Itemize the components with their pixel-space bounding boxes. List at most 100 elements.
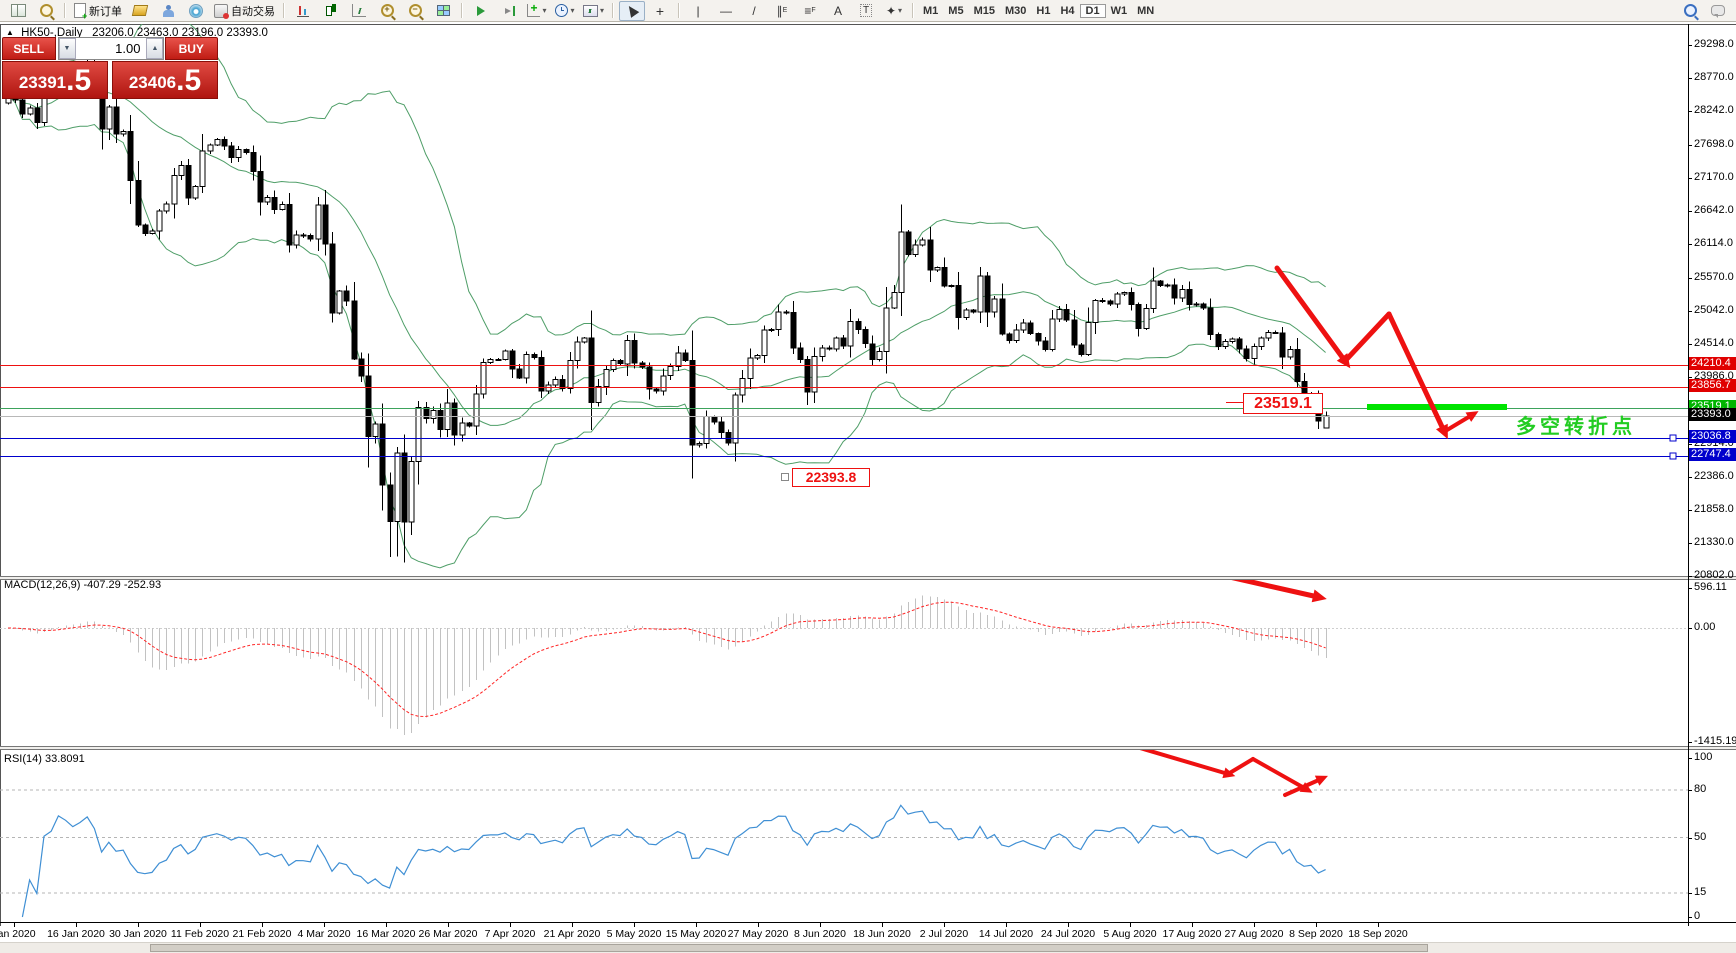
candle-body <box>250 152 257 172</box>
chart-shift-button[interactable] <box>496 1 522 21</box>
volume-value[interactable]: 1.00 <box>76 38 147 59</box>
trend-arrow[interactable] <box>1163 580 1321 600</box>
timeframe-m30[interactable]: M30 <box>1000 5 1031 17</box>
collapse-arrow-icon[interactable]: ▲ <box>6 28 14 37</box>
metaeditor-icon <box>131 5 149 16</box>
candle-body <box>1258 337 1265 348</box>
chevron-down-icon: ▾ <box>898 6 903 15</box>
candle-body <box>574 341 581 362</box>
trend-arrow[interactable] <box>1342 311 1392 364</box>
trend-arrow[interactable] <box>1139 750 1230 776</box>
candle-body <box>639 362 646 368</box>
fibonacci-tool[interactable]: ≡ F <box>797 1 823 21</box>
timeframe-d1[interactable]: D1 <box>1079 3 1106 18</box>
candle-body <box>163 203 170 212</box>
channel-tool[interactable]: ∥ E <box>769 1 795 21</box>
zoom-in-button[interactable]: + <box>374 1 400 21</box>
price-badge: 23036.8 <box>1689 430 1736 443</box>
low-price-label[interactable]: 22393.8 <box>792 468 870 487</box>
candle-body <box>264 196 271 203</box>
timeframe-mn[interactable]: MN <box>1132 5 1159 17</box>
axis-tick <box>1688 838 1692 839</box>
text-tool[interactable]: A <box>825 1 851 21</box>
line-handle[interactable] <box>1669 434 1677 442</box>
axis-tick <box>1688 45 1692 46</box>
price-axis-label: 22386.0 <box>1694 470 1734 482</box>
trend-arrow[interactable] <box>1226 757 1255 776</box>
support-zone-line[interactable] <box>1367 404 1507 410</box>
label-handle[interactable] <box>781 473 789 481</box>
candle-body <box>646 366 653 390</box>
candle-body <box>300 234 307 237</box>
trend-arrow[interactable] <box>1386 311 1447 434</box>
auto-trading-button[interactable]: 自动交易 <box>211 1 278 21</box>
search-button[interactable] <box>1677 1 1703 21</box>
toolbar-separator <box>612 3 615 18</box>
candle-body <box>811 356 818 393</box>
line-handle[interactable] <box>1669 452 1677 460</box>
vertical-line-tool[interactable]: | <box>685 1 711 21</box>
timeframe-m15[interactable]: M15 <box>969 5 1000 17</box>
trendline-tool[interactable]: / <box>741 1 767 21</box>
bar-chart-button[interactable] <box>290 1 316 21</box>
candle-body <box>401 452 408 523</box>
volume-up-button[interactable]: ▲ <box>146 38 164 59</box>
timeframe-m1[interactable]: M1 <box>918 5 943 17</box>
horizontal-scrollbar[interactable] <box>0 942 1736 953</box>
sell-price-display[interactable]: 23391 .5 <box>2 61 108 99</box>
candle-body <box>466 422 473 427</box>
timeframe-w1[interactable]: W1 <box>1106 5 1133 17</box>
axis-tick <box>1688 145 1692 146</box>
trend-arrow[interactable] <box>1251 757 1308 791</box>
main-chart[interactable] <box>0 24 1688 576</box>
level-price-label[interactable]: 23519.1 <box>1243 393 1323 414</box>
charts-grid-button[interactable] <box>5 1 31 21</box>
candle-body <box>1063 308 1070 321</box>
turning-point-text[interactable]: 多空转折点 <box>1516 410 1636 439</box>
experts-button[interactable] <box>155 1 181 21</box>
buy-button[interactable]: BUY <box>164 37 218 60</box>
text-label-tool[interactable]: T <box>853 1 879 21</box>
indicators-button[interactable]: ▾ <box>524 1 550 21</box>
line-chart-button[interactable] <box>346 1 372 21</box>
chat-button[interactable] <box>1705 1 1731 21</box>
crosshair-tool[interactable]: + <box>647 1 673 21</box>
volume-down-button[interactable]: ▼ <box>58 38 76 59</box>
periods-button[interactable]: ▾ <box>552 1 578 21</box>
candle-body <box>1164 284 1171 287</box>
signals-button[interactable] <box>183 1 209 21</box>
candle-body <box>603 369 610 387</box>
date-axis-tick <box>1316 923 1317 927</box>
rsi-axis-label: 100 <box>1694 751 1713 763</box>
metaeditor-button[interactable] <box>127 1 153 21</box>
macd-panel[interactable] <box>0 580 1688 746</box>
candle-body <box>883 307 890 352</box>
candle-body <box>1013 329 1020 341</box>
buy-price-display[interactable]: 23406 .5 <box>112 61 218 99</box>
candle-body <box>1157 280 1164 286</box>
candle-body <box>1229 338 1236 342</box>
templates-button[interactable]: ▾ <box>580 1 607 21</box>
cursor-tool[interactable] <box>619 0 646 21</box>
horizontal-line-tool[interactable]: — <box>713 1 739 21</box>
candle-body <box>387 484 394 522</box>
arrows-tool[interactable]: ✦ ▾ <box>881 1 907 21</box>
rsi-panel[interactable] <box>0 750 1688 922</box>
auto-scroll-button[interactable] <box>468 1 494 21</box>
toolbar-separator <box>461 3 463 18</box>
candlestick-icon <box>325 4 337 17</box>
candle-body <box>257 170 264 203</box>
scrollbar-thumb[interactable] <box>150 944 1428 952</box>
tile-windows-button[interactable] <box>430 1 456 21</box>
zoom-out-button[interactable]: − <box>402 1 428 21</box>
timeframe-m5[interactable]: M5 <box>943 5 968 17</box>
candlestick-button[interactable] <box>318 1 344 21</box>
sell-button[interactable]: SELL <box>2 37 56 60</box>
candle-body <box>1128 292 1135 306</box>
candle-body <box>192 186 199 199</box>
new-order-button[interactable]: + 新订单 <box>71 1 125 21</box>
chart-profile-button[interactable] <box>33 1 59 21</box>
timeframe-h1[interactable]: H1 <box>1031 5 1055 17</box>
trend-arrow[interactable] <box>1445 413 1474 432</box>
timeframe-h4[interactable]: H4 <box>1055 5 1079 17</box>
